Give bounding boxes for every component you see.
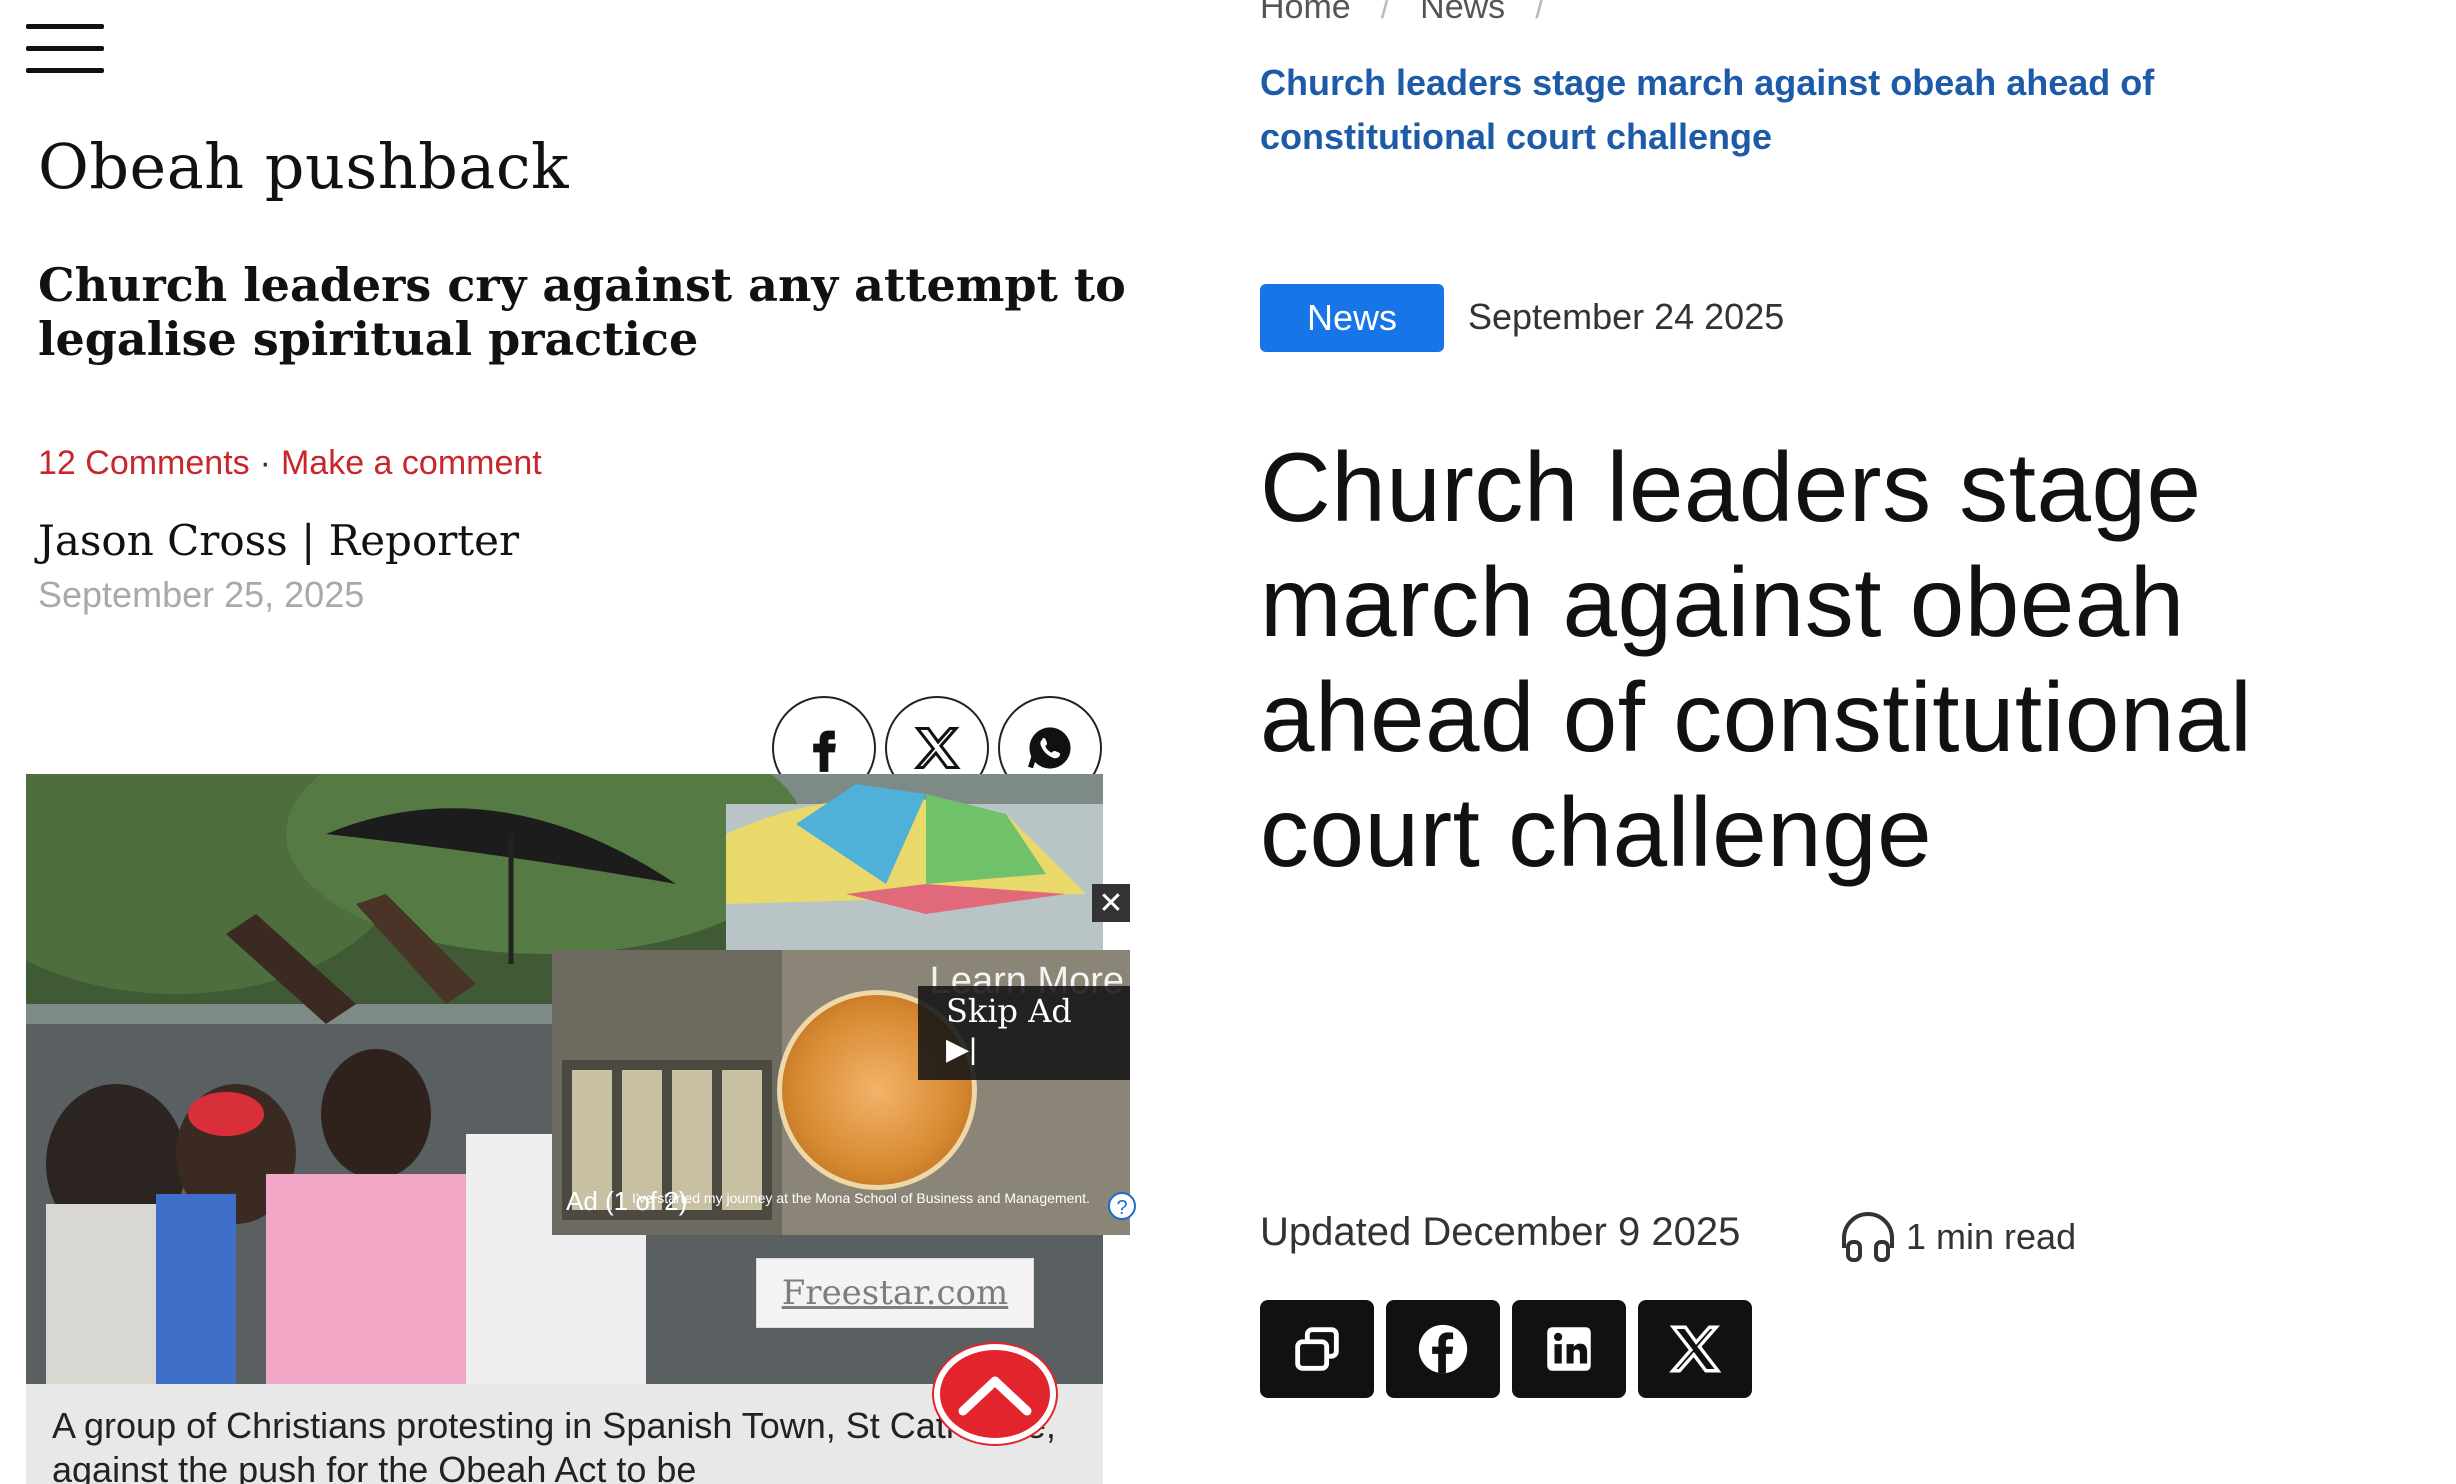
breadcrumb-separator: / [1535,0,1545,26]
scroll-to-top-button[interactable] [934,1344,1056,1444]
article-headline: Church leaders stage march against obeah… [1260,432,2253,887]
badge-date: September 24 2025 [1468,296,1785,337]
facebook-icon [813,730,836,772]
read-time: 1 min read [1906,1216,2077,1257]
left-article-panel: Obeah pushback Church leaders cry agains… [0,0,1190,1484]
skip-ad-button[interactable]: Skip Ad ▶| [918,986,1130,1080]
category-badge[interactable]: News [1260,284,1444,352]
x-icon [1669,1325,1722,1373]
skip-ad-label: Skip Ad [946,992,1072,1030]
whatsapp-icon [1028,727,1071,769]
share-linkedin-button[interactable] [1512,1300,1626,1398]
meta-separator: · [259,444,271,482]
facebook-icon [1418,1324,1468,1374]
share-x-square-button[interactable] [1638,1300,1752,1398]
byline: Jason Cross | Reporter [38,516,520,565]
skip-next-icon: ▶| [946,1033,977,1066]
updated-date: Updated December 9 2025 [1260,1210,1741,1254]
ad-close-button[interactable]: ✕ [1092,884,1130,922]
breadcrumb-separator: / [1380,0,1391,26]
ad-help-icon[interactable]: ? [1108,1192,1136,1220]
comment-links: 12 Comments · Make a comment [38,444,542,483]
linkedin-icon [1547,1327,1591,1371]
breadcrumb: Home / News / [1260,0,1575,27]
chevron-up-icon [958,1376,1032,1416]
right-article-panel: Home / News / Church leaders stage march ag… [1190,0,2456,1484]
breadcrumb-news-link[interactable]: News [1420,0,1505,26]
copy-icon [1295,1327,1339,1371]
share-facebook-square-button[interactable] [1386,1300,1500,1398]
breadcrumb-home-link[interactable]: Home [1260,0,1351,26]
x-icon [913,726,961,770]
menu-icon[interactable] [26,24,106,76]
breadcrumb-current: Church leaders stage march against obeah… [1260,62,2155,157]
copy-link-button[interactable] [1260,1300,1374,1398]
article-subheadline: Church leaders cry against any attempt t… [38,258,1126,366]
section-title: Obeah pushback [38,130,570,203]
publish-date: September 25, 2025 [38,574,365,615]
comments-count-link[interactable]: 12 Comments [38,444,250,482]
headphones-icon[interactable] [1836,1208,1900,1264]
make-comment-link[interactable]: Make a comment [281,444,542,482]
freestar-link[interactable]: Freestar.com [756,1258,1034,1328]
ad-subtitle: I've started my journey at the Mona Scho… [632,1190,1090,1206]
